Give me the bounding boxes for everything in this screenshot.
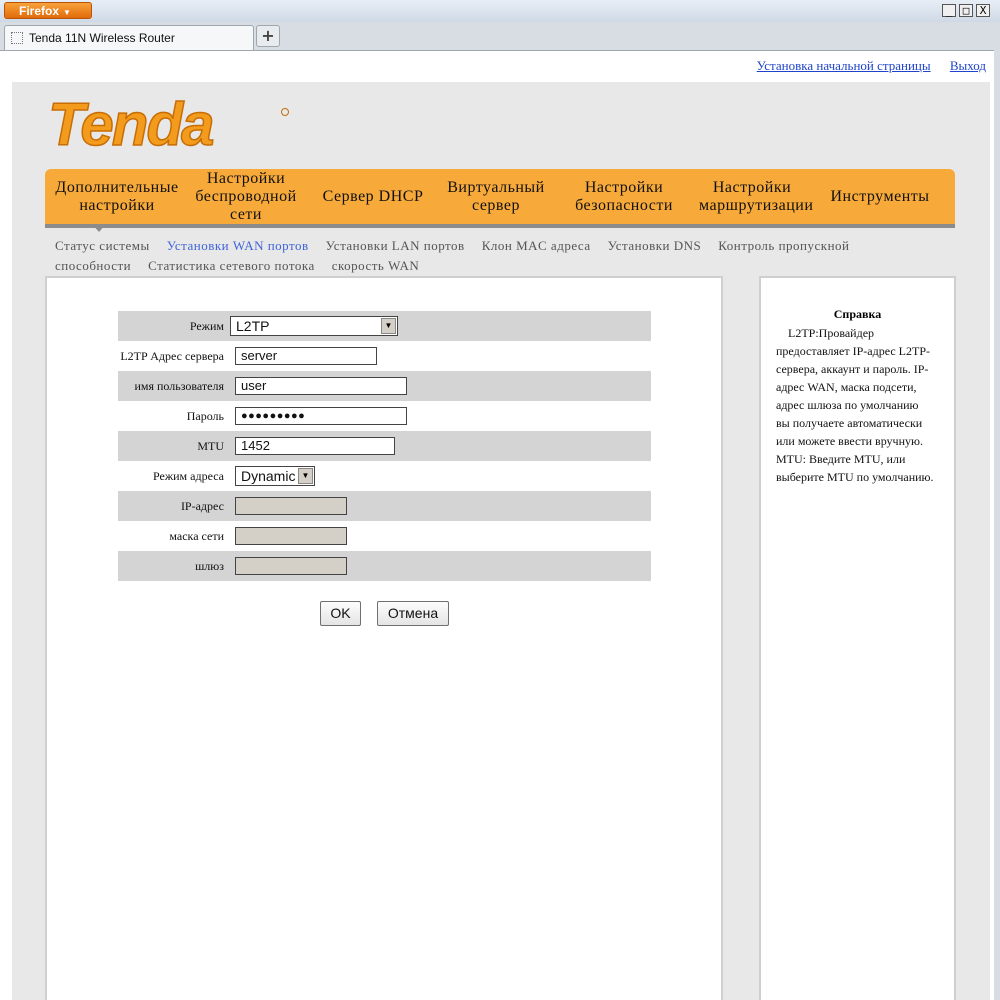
password-row: Пароль ●●●●●●●●● (118, 401, 651, 431)
help-panel: Справка L2TP:Провайдер предоставляет IP-… (759, 276, 956, 1000)
tenda-logo: Tenda (47, 98, 289, 154)
username-label: имя пользователя (134, 379, 224, 393)
firefox-menu-button[interactable]: Firefox ▼ (4, 2, 92, 19)
top-links: Установка начальной страницы Выход (741, 58, 986, 74)
chevron-down-icon: ▼ (298, 468, 313, 484)
mtu-input[interactable]: 1452 (235, 437, 395, 455)
gateway-label: шлюз (195, 559, 224, 573)
mode-select-value: L2TP (236, 318, 270, 334)
server-input[interactable]: server (235, 347, 377, 365)
gateway-row: шлюз (118, 551, 651, 581)
browser-tab[interactable]: Tenda 11N Wireless Router (4, 25, 254, 50)
nav-dhcp-server[interactable]: Сервер DHCP (303, 188, 443, 206)
tab-strip: Tenda 11N Wireless Router + (0, 22, 1000, 51)
nav-routing-settings[interactable]: Настройки маршрутизации (699, 179, 813, 215)
help-title: Справка (833, 307, 882, 321)
address-mode-value: Dynamic (241, 468, 296, 484)
subnav-system-status[interactable]: Статус системы (55, 238, 150, 253)
username-input[interactable]: user (235, 377, 407, 395)
ip-input[interactable] (235, 497, 347, 515)
nav-wireless-settings[interactable]: Настройки беспроводной сети (189, 170, 303, 224)
browser-titlebar: Firefox ▼ _ □ X (0, 0, 1000, 23)
password-input[interactable]: ●●●●●●●●● (235, 407, 407, 425)
ip-label: IP-адрес (180, 499, 224, 513)
logout-link[interactable]: Выход (950, 58, 986, 73)
mode-label: Режим (189, 319, 224, 333)
mtu-label: MTU (197, 439, 224, 453)
subnav-lan-settings[interactable]: Установки LAN портов (326, 238, 465, 253)
subnav-wan-settings[interactable]: Установки WAN портов (167, 238, 309, 253)
maximize-button[interactable]: □ (959, 4, 973, 17)
chevron-down-icon: ▼ (381, 318, 396, 334)
page-favicon-icon (11, 32, 23, 44)
subnav-dns-settings[interactable]: Установки DNS (608, 238, 702, 253)
subnav-wan-speed[interactable]: скорость WAN (332, 258, 420, 273)
address-mode-select[interactable]: Dynamic ▼ (235, 466, 315, 486)
sub-nav: Статус системы Установки WAN портов Устано… (55, 236, 955, 276)
nav-tools[interactable]: Инструменты (805, 188, 955, 206)
window-right-border (994, 50, 1000, 1000)
nav-security-settings[interactable]: Настройки безопасности (549, 179, 699, 215)
address-mode-row: Режим адреса Dynamic ▼ (118, 461, 651, 491)
firefox-menu-label: Firefox (19, 4, 60, 18)
address-mode-label: Режим адреса (152, 469, 224, 483)
server-row: L2TP Адрес сервера server (118, 341, 651, 371)
ok-button[interactable]: OK (320, 601, 361, 626)
new-tab-button[interactable]: + (256, 25, 280, 47)
ip-row: IP-адрес (118, 491, 651, 521)
server-label: L2TP Адрес сервера (120, 349, 224, 363)
password-label: Пароль (186, 409, 224, 423)
mode-select[interactable]: L2TP ▼ (230, 316, 398, 336)
subnav-mac-clone[interactable]: Клон MAC адреса (482, 238, 591, 253)
mode-row: Режим L2TP ▼ (118, 311, 651, 341)
tab-title: Tenda 11N Wireless Router (29, 31, 175, 45)
subnav-traffic-statistics[interactable]: Статистика сетевого потока (148, 258, 315, 273)
nav-advanced-settings[interactable]: Дополнительные настройки (45, 179, 189, 215)
home-setup-link[interactable]: Установка начальной страницы (757, 58, 931, 73)
nav-pointer-icon (92, 224, 106, 232)
registered-mark-icon (281, 108, 289, 116)
close-button[interactable]: X (976, 4, 990, 17)
logo-text: Tenda (48, 98, 213, 154)
gateway-input[interactable] (235, 557, 347, 575)
nav-virtual-server[interactable]: Виртуальный сервер (443, 179, 549, 215)
mask-input[interactable] (235, 527, 347, 545)
main-nav: Дополнительные настройки Настройки беспр… (45, 169, 955, 228)
username-row: имя пользователя user (118, 371, 651, 401)
cancel-button[interactable]: Отмена (377, 601, 449, 626)
mask-row: маска сети (118, 521, 651, 551)
help-text: L2TP:Провайдер предоставляет IP-адрес L2… (776, 326, 934, 484)
dropdown-arrow-icon: ▼ (63, 8, 71, 17)
minimize-button[interactable]: _ (942, 4, 956, 17)
mask-label: маска сети (169, 529, 224, 543)
mtu-row: MTU 1452 (118, 431, 651, 461)
